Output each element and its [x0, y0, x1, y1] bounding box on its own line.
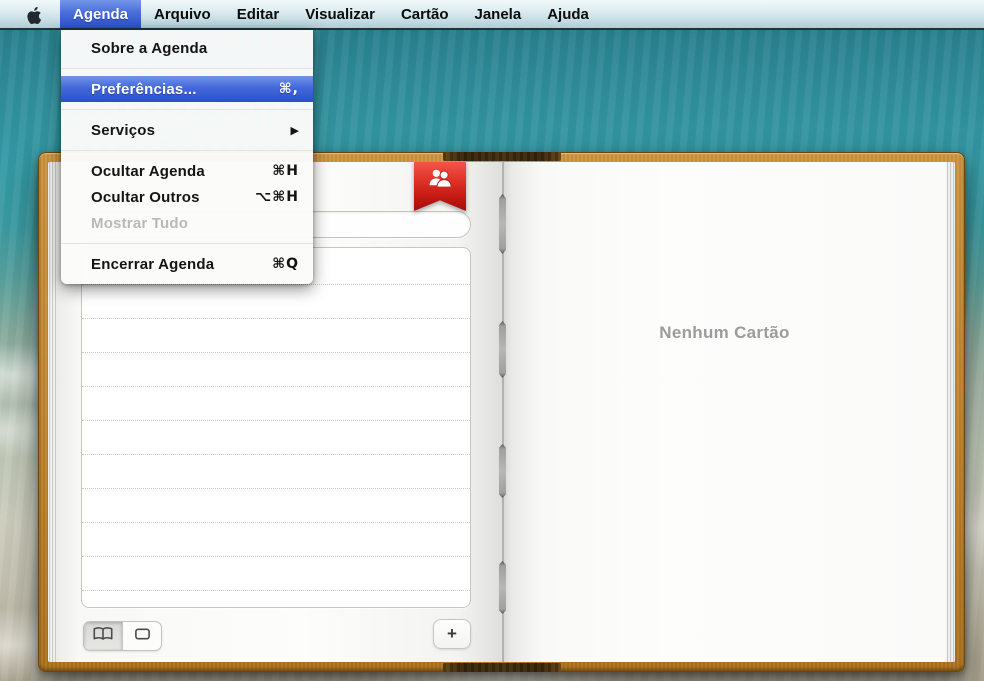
menu-item-label: Preferências... [91, 80, 197, 98]
menubar-item-cartao[interactable]: Cartão [388, 0, 462, 28]
contact-list-row[interactable] [82, 353, 470, 387]
contacts-list[interactable] [81, 247, 471, 608]
spine-binding-bottom [443, 663, 561, 672]
contact-list-row[interactable] [82, 523, 470, 557]
menu-item-servicos[interactable]: Serviços ▶ [61, 117, 313, 143]
menu-item-label: Sobre a Agenda [91, 39, 208, 57]
menu-item-shortcut: ⌥⌘H [255, 189, 299, 205]
contact-list-row[interactable] [82, 489, 470, 523]
contact-list-row[interactable] [82, 455, 470, 489]
contact-list-row[interactable] [82, 387, 470, 421]
menu-item-ocultar-agenda[interactable]: Ocultar Agenda ⌘H [61, 158, 313, 184]
menubar-item-ajuda[interactable]: Ajuda [534, 0, 602, 28]
menu-item-label: Mostrar Tudo [91, 214, 189, 232]
menubar-item-editar[interactable]: Editar [224, 0, 293, 28]
spine-binding-top [443, 152, 561, 161]
menu-item-label: Serviços [91, 121, 156, 139]
open-book-icon [92, 626, 114, 647]
apple-menu[interactable] [0, 0, 60, 28]
menu-separator [61, 68, 313, 69]
spine-stitch [499, 561, 506, 614]
spine-stitch [499, 194, 506, 254]
spine-stitch [499, 321, 506, 378]
menu-item-label: Encerrar Agenda [91, 255, 215, 273]
contact-list-row[interactable] [82, 557, 470, 591]
contact-list-row[interactable] [82, 421, 470, 455]
view-toggle-segmented-control [83, 621, 162, 651]
menu-item-label: Ocultar Outros [91, 188, 200, 206]
menubar-item-arquivo[interactable]: Arquivo [141, 0, 224, 28]
menu-separator [61, 150, 313, 151]
menu-item-sobre-a-agenda[interactable]: Sobre a Agenda [61, 35, 313, 61]
menu-item-shortcut: ⌘Q [272, 256, 299, 272]
empty-state-message: Nenhum Cartão [659, 323, 790, 342]
menubar-item-janela[interactable]: Janela [461, 0, 534, 28]
menubar-item-visualizar[interactable]: Visualizar [292, 0, 388, 28]
card-view-button[interactable] [122, 622, 161, 650]
submenu-arrow-icon: ▶ [290, 123, 299, 137]
menu-separator [61, 243, 313, 244]
page-stack-edge-left [48, 162, 57, 662]
book-view-button[interactable] [84, 622, 122, 650]
menu-item-label: Ocultar Agenda [91, 162, 205, 180]
group-contacts-icon [429, 169, 452, 188]
menu-item-ocultar-outros[interactable]: Ocultar Outros ⌥⌘H [61, 184, 313, 210]
apple-icon [27, 6, 42, 24]
menu-item-preferencias[interactable]: Preferências... ⌘, [61, 76, 313, 102]
menu-separator [61, 109, 313, 110]
menu-item-mostrar-tudo: Mostrar Tudo [61, 210, 313, 236]
menubar: Agenda Arquivo Editar Visualizar Cartão … [0, 0, 984, 30]
menu-item-shortcut: ⌘H [272, 163, 299, 179]
menu-item-encerrar-agenda[interactable]: Encerrar Agenda ⌘Q [61, 251, 313, 277]
add-card-button[interactable]: + [433, 619, 471, 649]
page-stack-edge-right [946, 162, 955, 662]
right-page: Nenhum Cartão [503, 162, 946, 662]
menu-item-shortcut: ⌘, [278, 81, 299, 97]
contact-list-row[interactable] [82, 591, 470, 607]
agenda-dropdown-menu: Sobre a Agenda Preferências... ⌘, Serviç… [61, 30, 313, 284]
spine-stitch [499, 444, 506, 498]
bookmark-ribbon [414, 162, 466, 211]
contact-list-row[interactable] [82, 285, 470, 319]
menubar-item-agenda[interactable]: Agenda [60, 0, 142, 28]
contact-list-row[interactable] [82, 319, 470, 353]
card-icon [134, 627, 151, 646]
group-bookmark[interactable] [414, 162, 466, 211]
